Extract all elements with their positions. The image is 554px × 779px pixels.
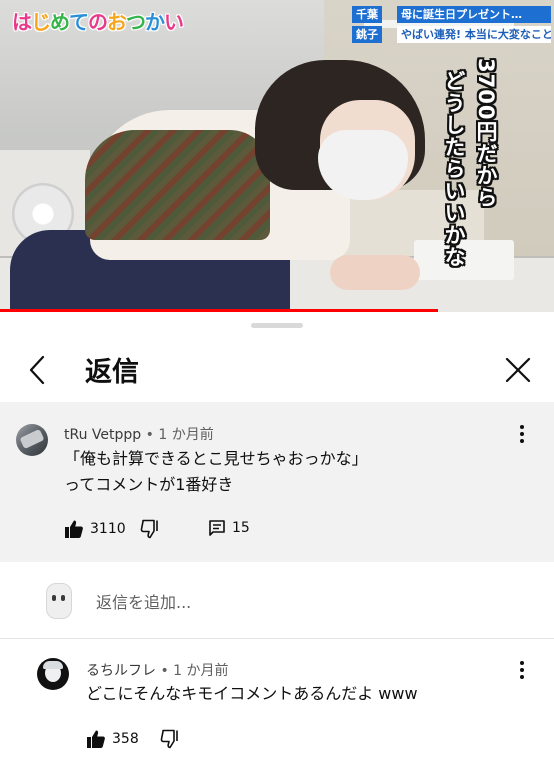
show-logo: はじめてのおつかい: [12, 10, 185, 35]
girl-vest: [85, 130, 270, 240]
thumbs-up-icon: [65, 520, 83, 538]
meta-separator: •: [145, 427, 154, 443]
reply-text: どこにそんなキモイコメントあるんだよ www: [86, 684, 418, 703]
replies-panel: 返信 tRu Vetppp • 1 か月前 「俺も計算できるとこ見せちゃおっかな…: [0, 312, 554, 779]
add-reply-input[interactable]: 返信を追加...: [96, 589, 191, 613]
reply-time: 1 か月前: [173, 663, 229, 679]
thumbs-down-icon: [160, 729, 178, 749]
video-player[interactable]: はじめてのおつかい 千葉 母に誕生日プレゼント… 銚子 やばい連発! 本当に大変…: [0, 0, 554, 312]
comment-author[interactable]: tRu Vetppp: [64, 427, 141, 443]
avatar[interactable]: [16, 424, 48, 456]
reply-count: 15: [232, 520, 250, 536]
replies-button[interactable]: 15: [208, 519, 250, 537]
episode-subtitle-tag: やばい連発! 本当に大変なことに…: [397, 26, 551, 43]
panel-title: 返信: [85, 357, 139, 388]
parent-comment: tRu Vetppp • 1 か月前 「俺も計算できるとこ見せちゃおっかな」 っ…: [0, 402, 554, 562]
like-button[interactable]: 358: [86, 729, 139, 749]
like-count: 3110: [90, 521, 126, 537]
user-avatar: [46, 583, 72, 619]
more-options-button[interactable]: [512, 422, 532, 446]
back-button[interactable]: [22, 352, 52, 388]
comment-time: 1 か月前: [158, 427, 214, 443]
comment-meta: tRu Vetppp • 1 か月前: [64, 424, 214, 444]
caption-line-2: どうしたらいいかな: [442, 70, 466, 268]
close-button[interactable]: [500, 352, 536, 388]
reply-meta: るちルフレ • 1 か月前: [86, 660, 229, 680]
dislike-button[interactable]: [140, 519, 160, 539]
comment-icon: [209, 520, 225, 536]
caption-line-1: 3700円だから: [474, 58, 498, 209]
thumbs-up-icon: [87, 730, 105, 748]
prefecture-tag: 千葉: [352, 6, 382, 23]
chevron-left-icon: [29, 355, 45, 385]
add-reply-row[interactable]: 返信を追加...: [0, 562, 554, 638]
like-count: 358: [112, 731, 139, 747]
dislike-button[interactable]: [160, 729, 180, 749]
meta-separator: •: [160, 663, 169, 679]
reply-author[interactable]: るちルフレ: [86, 663, 156, 679]
girl-hands: [330, 255, 420, 290]
city-tag: 銚子: [352, 26, 382, 43]
thumbs-down-icon: [140, 519, 158, 539]
comment-text: 「俺も計算できるとこ見せちゃおっかな」 ってコメントが1番好き: [64, 449, 368, 494]
episode-title-tag: 母に誕生日プレゼント…: [397, 6, 551, 23]
avatar[interactable]: [37, 658, 69, 690]
drag-handle[interactable]: [251, 323, 303, 328]
more-options-button[interactable]: [512, 658, 532, 682]
divider: [0, 638, 554, 639]
like-button[interactable]: 3110: [64, 519, 126, 539]
close-icon: [505, 357, 531, 383]
